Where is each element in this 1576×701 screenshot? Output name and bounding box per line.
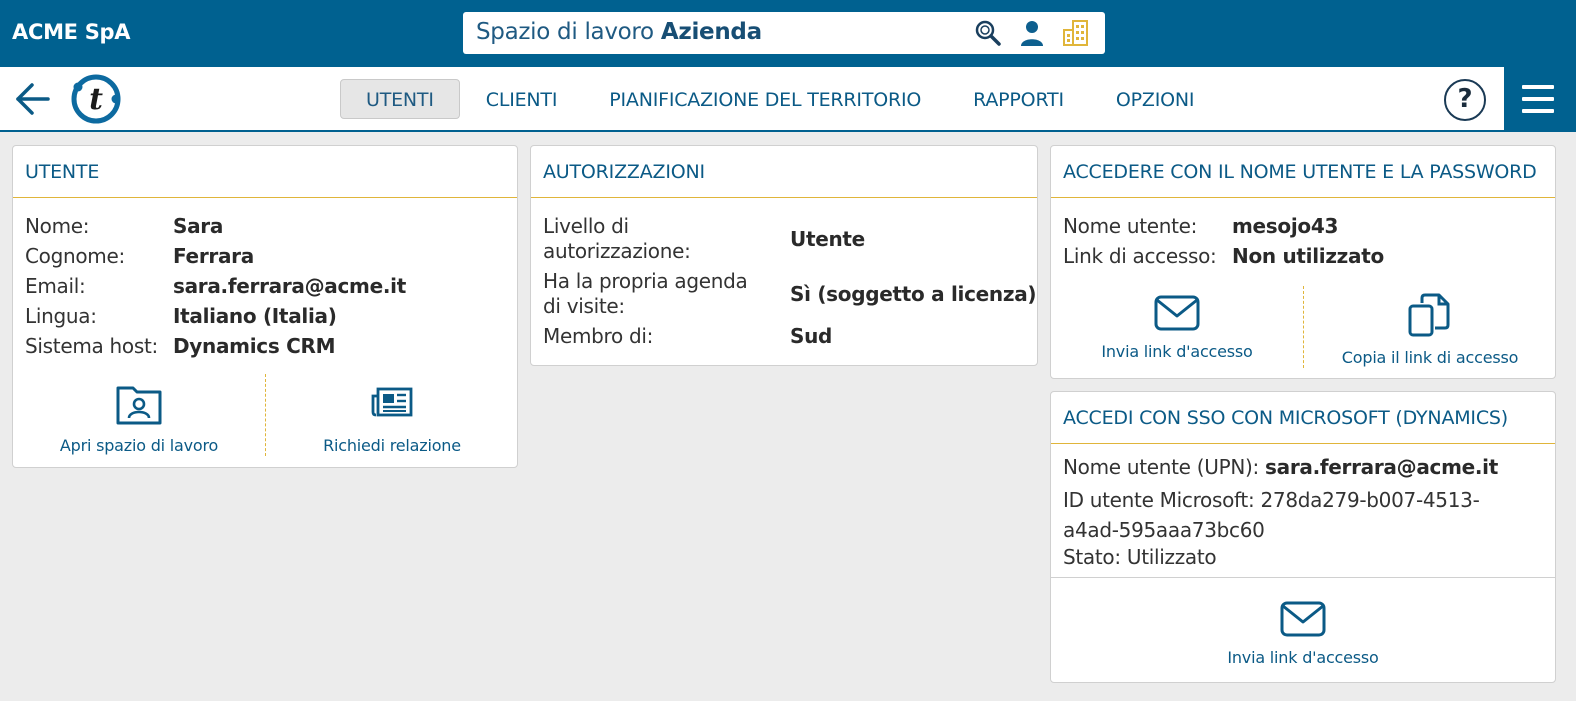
field-cognome: Cognome: Ferrara	[25, 244, 254, 268]
authorizations-card-title: AUTORIZZAZIONI	[531, 146, 1037, 198]
copy-access-link-button[interactable]: Copia il link di accesso	[1304, 292, 1556, 367]
user-card-title: UTENTE	[13, 146, 517, 198]
field-email: Email: sara.ferrara@acme.it	[25, 274, 406, 298]
field-membro-value: Sud	[790, 324, 833, 348]
send-access-link-label: Invia link d'accesso	[1101, 342, 1253, 361]
login-card: ACCEDERE CON IL NOME UTENTE E LA PASSWOR…	[1050, 145, 1556, 379]
field-agenda-label: Ha la propria agenda di visite:	[543, 269, 748, 318]
app-logo-icon[interactable]: t	[70, 73, 122, 125]
copy-icon	[1408, 293, 1450, 337]
field-livello-value: Utente	[790, 227, 865, 251]
search-icon[interactable]	[973, 18, 1003, 48]
back-arrow-icon[interactable]	[12, 79, 52, 119]
envelope-icon	[1154, 295, 1200, 331]
main-tabs: UTENTI CLIENTI PIANIFICAZIONE DEL TERRIT…	[340, 79, 1220, 119]
field-microsoft-id: ID utente Microsoft: 278da279-b007-4513-…	[1063, 488, 1480, 542]
tab-clienti[interactable]: CLIENTI	[460, 79, 583, 119]
user-card: UTENTE Nome: Sara Cognome: Ferrara Email: s…	[12, 145, 518, 468]
open-workspace-button[interactable]: Apri spazio di lavoro	[13, 382, 265, 455]
request-report-label: Richiedi relazione	[323, 436, 461, 455]
sso-card: ACCEDI CON SSO CON MICROSOFT (DYNAMICS) …	[1050, 391, 1556, 683]
field-nome: Nome: Sara	[25, 214, 224, 238]
hamburger-menu-icon[interactable]	[1504, 67, 1576, 131]
sso-send-access-link-button[interactable]: Invia link d'accesso	[1051, 600, 1555, 667]
newspaper-icon	[371, 387, 413, 417]
company-name: ACME SpA	[12, 20, 131, 44]
sso-card-title: ACCEDI CON SSO CON MICROSOFT (DYNAMICS)	[1051, 392, 1555, 444]
svg-text:t: t	[89, 82, 103, 117]
copy-access-link-label: Copia il link di accesso	[1341, 348, 1519, 367]
envelope-icon	[1280, 601, 1326, 637]
authorizations-card: AUTORIZZAZIONI Livello di autorizzazione:…	[530, 145, 1038, 366]
tab-utenti[interactable]: UTENTI	[340, 79, 460, 119]
field-lingua: Lingua: Italiano (Italia)	[25, 304, 337, 328]
building-icon[interactable]	[1061, 18, 1091, 48]
field-agenda-value: Sì (soggetto a licenza)	[790, 282, 1037, 306]
field-upn: Nome utente (UPN): sara.ferrara@acme.it	[1063, 455, 1498, 479]
field-nome-utente: Nome utente: mesojo43	[1063, 214, 1339, 238]
field-link-accesso: Link di accesso: Non utilizzato	[1063, 244, 1384, 268]
nav-bar: t UTENTI CLIENTI PIANIFICAZIONE DEL TERR…	[0, 67, 1576, 132]
field-membro-label: Membro di:	[543, 324, 654, 348]
user-folder-icon	[116, 386, 162, 425]
tab-pianificazione[interactable]: PIANIFICAZIONE DEL TERRITORIO	[583, 79, 947, 119]
request-report-button[interactable]: Richiedi relazione	[266, 382, 518, 455]
workspace-search-bar[interactable]: Spazio di lavoro Azienda	[463, 12, 1105, 54]
login-card-title: ACCEDERE CON IL NOME UTENTE E LA PASSWOR…	[1051, 146, 1555, 198]
sso-send-access-link-label: Invia link d'accesso	[1227, 648, 1379, 667]
top-bar: ACME SpA Spazio di lavoro Azienda	[0, 0, 1576, 67]
user-icon[interactable]	[1017, 18, 1047, 48]
workspace-label: Spazio di lavoro Azienda	[476, 19, 762, 45]
tab-rapporti[interactable]: RAPPORTI	[947, 79, 1090, 119]
tab-opzioni[interactable]: OPZIONI	[1090, 79, 1220, 119]
field-stato: Stato: Utilizzato	[1063, 545, 1217, 569]
open-workspace-label: Apri spazio di lavoro	[59, 436, 219, 455]
send-access-link-button[interactable]: Invia link d'accesso	[1051, 294, 1303, 361]
field-livello-label: Livello di autorizzazione:	[543, 214, 691, 263]
help-button[interactable]: ?	[1444, 79, 1486, 121]
field-sistema-host: Sistema host: Dynamics CRM	[25, 334, 336, 358]
